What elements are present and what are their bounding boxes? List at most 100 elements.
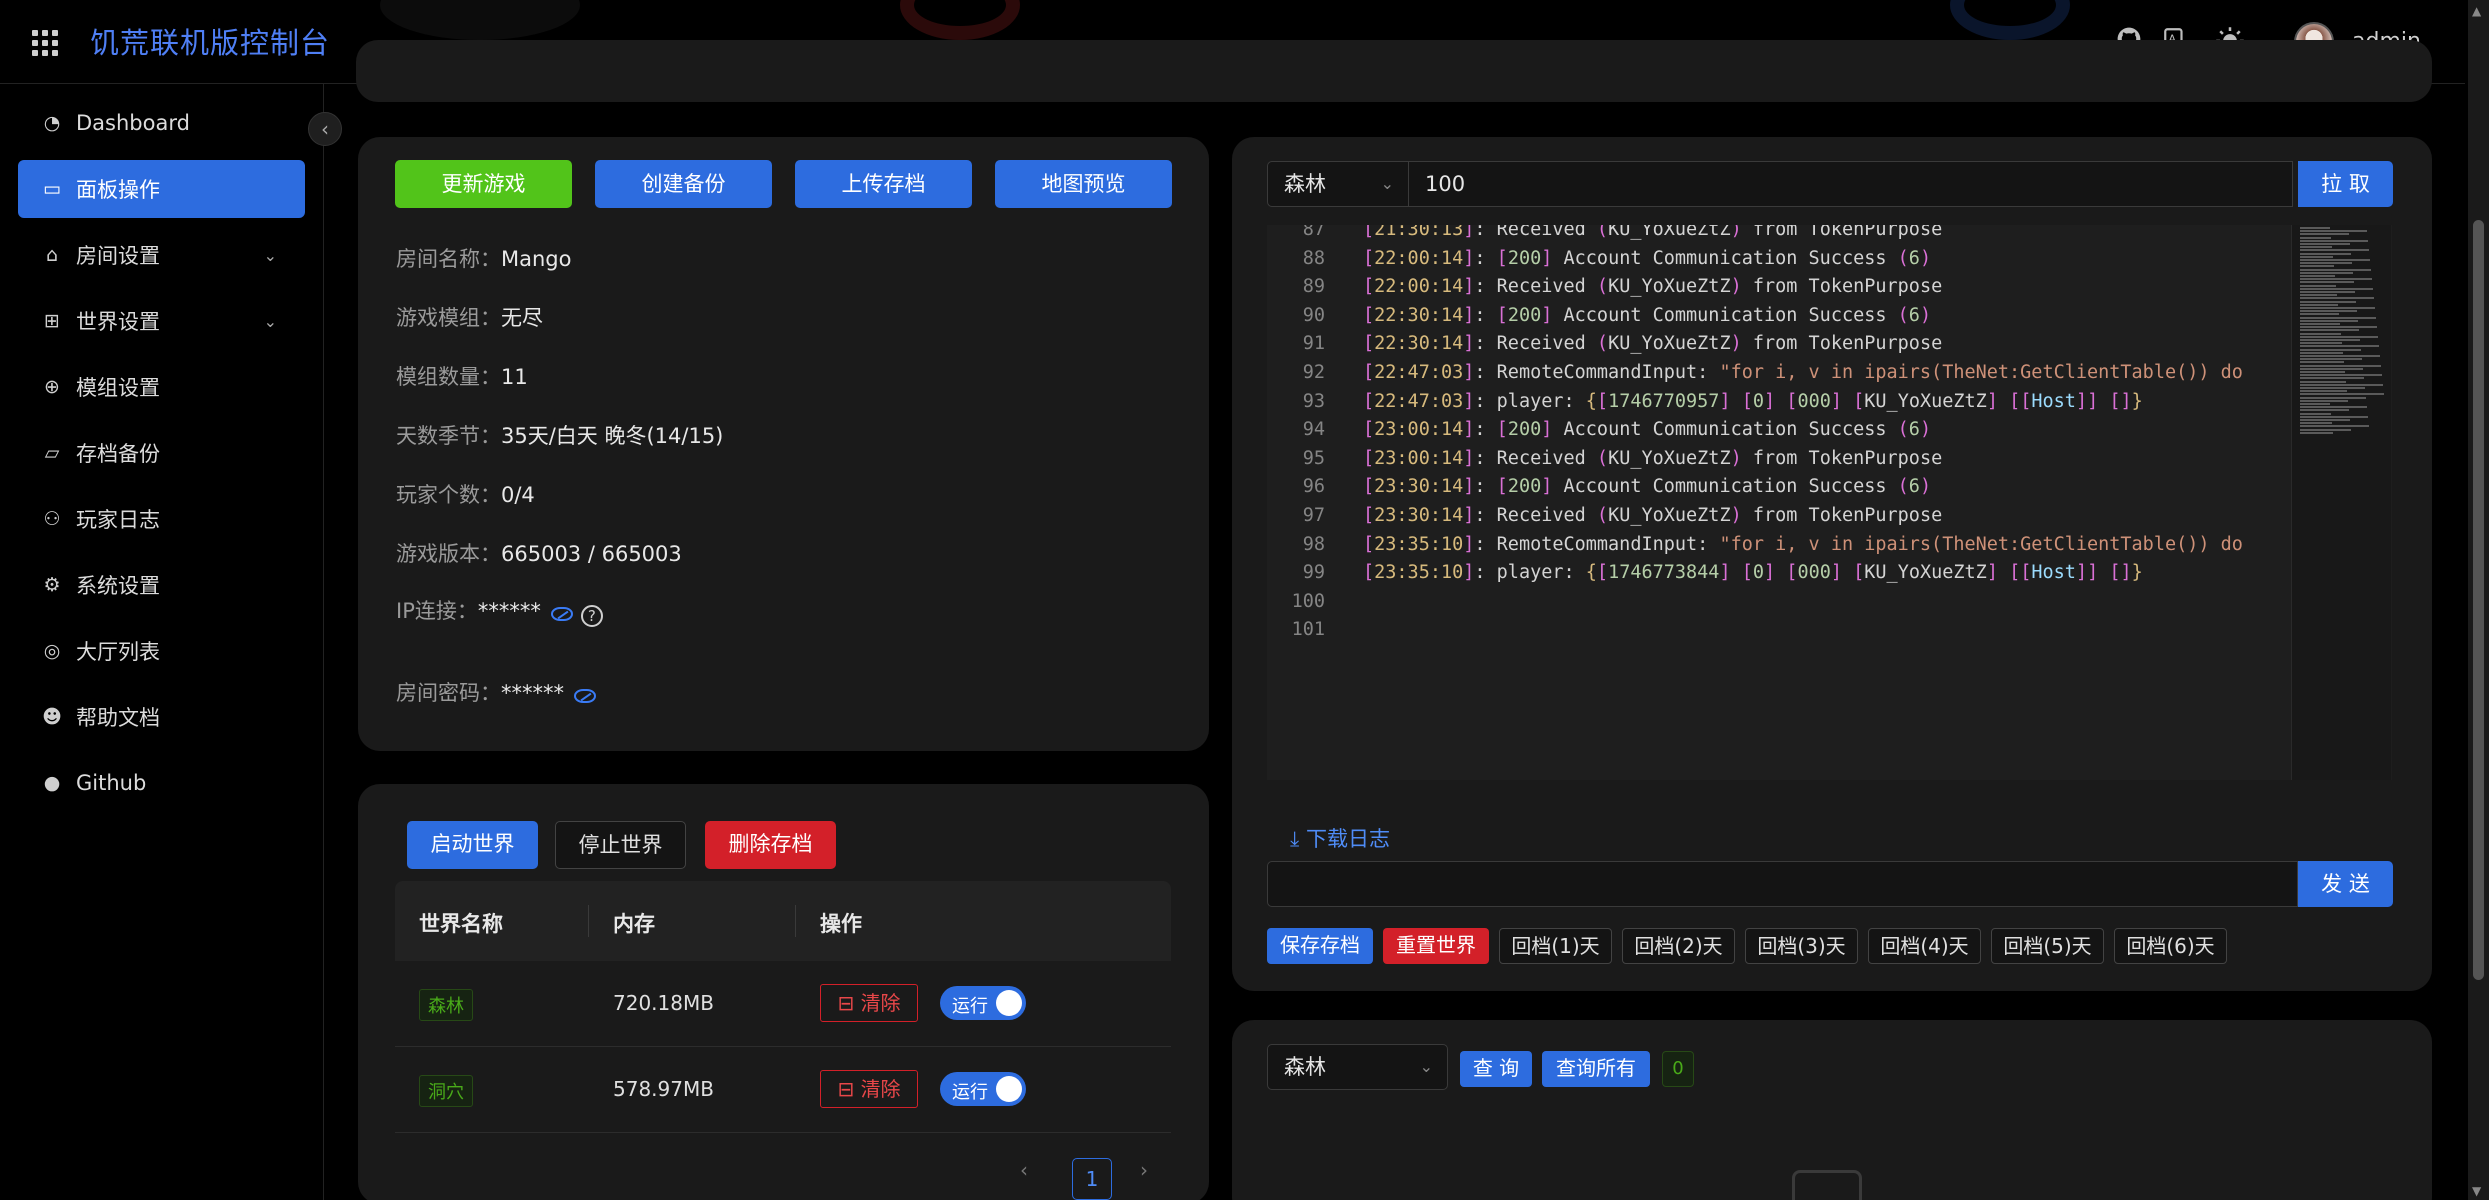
download-log-label: 下载日志 bbox=[1305, 827, 1390, 851]
quick-action-button[interactable]: 重置世界 bbox=[1383, 928, 1489, 964]
sidebar-item-5[interactable]: ▱ 存档备份 bbox=[18, 424, 305, 482]
column-world-name: 世界名称 bbox=[419, 912, 503, 936]
quick-action-button[interactable]: 保存存档 bbox=[1267, 928, 1373, 964]
pager-next-icon[interactable]: › bbox=[1140, 1158, 1148, 1182]
info-room-name: 房间名称：Mango bbox=[396, 243, 571, 273]
start-world-button[interactable]: 启动世界 bbox=[407, 821, 538, 869]
upload-save-button[interactable]: 上传存档 bbox=[795, 160, 972, 208]
map-preview-button[interactable]: 地图预览 bbox=[995, 160, 1172, 208]
sidebar-item-2[interactable]: ⌂ 房间设置 ⌄ bbox=[18, 226, 305, 284]
log-line: 91 [22:30:14]: Received (KU_YoXueZtZ) fro… bbox=[1302, 333, 1943, 355]
version-value: 665003 / 665003 bbox=[501, 542, 682, 566]
log-minimap[interactable] bbox=[2291, 225, 2391, 780]
monitor-icon: ▭ bbox=[43, 178, 61, 200]
fetch-log-button[interactable]: 拉 取 bbox=[2298, 161, 2393, 207]
query-all-button[interactable]: 查询所有 bbox=[1542, 1051, 1650, 1087]
player-world-select[interactable]: 森林 ⌄ bbox=[1267, 1044, 1448, 1090]
log-line: 87 [21:30:13]: Received (KU_YoXueZtZ) fro… bbox=[1302, 225, 1943, 240]
quick-action-button[interactable]: 回档(6)天 bbox=[2114, 928, 2227, 964]
toggle-visibility-icon[interactable] bbox=[550, 607, 573, 621]
sidebar-item-label: 系统设置 bbox=[76, 574, 160, 598]
clear-icon: ⊟ bbox=[837, 991, 861, 1015]
sidebar-item-7[interactable]: ⚙ 系统设置 bbox=[18, 556, 305, 614]
dashboard-icon: ◔ bbox=[43, 112, 61, 134]
mod-count-value: 11 bbox=[501, 365, 528, 389]
sidebar-item-label: 面板操作 bbox=[76, 178, 160, 202]
log-world-select-value: 森林 bbox=[1284, 172, 1326, 196]
log-line: 97 [23:30:14]: Received (KU_YoXueZtZ) fro… bbox=[1302, 505, 1943, 526]
delete-save-button[interactable]: 删除存档 bbox=[705, 821, 836, 869]
help-icon[interactable]: ? bbox=[580, 605, 603, 627]
chevron-down-icon: ⌄ bbox=[1419, 1057, 1433, 1076]
sidebar-item-8[interactable]: ◎ 大厅列表 bbox=[18, 622, 305, 680]
info-mod-count: 模组数量：11 bbox=[396, 361, 528, 391]
log-line: 93 [22:47:03]: player: {[1746770957] [0] … bbox=[1302, 390, 2143, 412]
world-run-toggle[interactable]: 运行 bbox=[940, 1072, 1026, 1106]
sidebar-item-3[interactable]: ⊞ 世界设置 ⌄ bbox=[18, 292, 305, 350]
sidebar-item-9[interactable]: ☻ 帮助文档 bbox=[18, 688, 305, 746]
info-password: 房间密码：****** bbox=[396, 677, 596, 707]
apps-grid-icon[interactable] bbox=[32, 30, 58, 56]
sidebar-item-0[interactable]: ◔ Dashboard bbox=[18, 94, 305, 152]
quick-action-button[interactable]: 回档(1)天 bbox=[1499, 928, 1612, 964]
log-viewer[interactable]: 87 [21:30:13]: Received (KU_YoXueZtZ) fro… bbox=[1267, 225, 2392, 780]
info-season: 天数季节：35天/白天 晚冬(14/15) bbox=[396, 420, 723, 450]
log-line: 101 bbox=[1291, 619, 1325, 641]
log-line: 90 [22:30:14]: [200] Account Communicatio… bbox=[1302, 304, 1932, 326]
quick-action-button[interactable]: 回档(3)天 bbox=[1745, 928, 1858, 964]
update-game-button[interactable]: 更新游戏 bbox=[395, 160, 572, 208]
download-log-link[interactable]: ⤓ 下载日志 bbox=[1290, 823, 1390, 853]
send-command-button[interactable]: 发 送 bbox=[2298, 861, 2393, 907]
command-input[interactable] bbox=[1267, 861, 2298, 907]
world-run-toggle[interactable]: 运行 bbox=[940, 986, 1026, 1020]
app-root: 饥荒联机版控制台 A admin ‹ ◔Dashboard▭面板操作⌂房间设置⌄… bbox=[0, 0, 2489, 1200]
sidebar-item-1[interactable]: ▭ 面板操作 bbox=[18, 160, 305, 218]
query-button[interactable]: 查 询 bbox=[1460, 1051, 1532, 1087]
sidebar-item-label: 存档备份 bbox=[76, 442, 160, 466]
world-table-header: 世界名称 内存 操作 bbox=[395, 881, 1171, 961]
sidebar-collapse-button[interactable]: ‹ bbox=[308, 112, 342, 146]
log-line: 96 [23:30:14]: [200] Account Communicatio… bbox=[1302, 476, 1932, 498]
sidebar-item-label: 房间设置 bbox=[76, 244, 160, 268]
toggle-label: 运行 bbox=[952, 1082, 988, 1103]
settings-icon: ⚙ bbox=[43, 574, 61, 596]
info-game-mode: 游戏模组：无尽 bbox=[396, 302, 543, 332]
world-name-tag: 森林 bbox=[419, 989, 473, 1021]
quick-action-button[interactable]: 回档(2)天 bbox=[1622, 928, 1735, 964]
sidebar-item-label: Dashboard bbox=[76, 111, 190, 135]
sidebar-item-10[interactable]: ● Github bbox=[18, 754, 305, 812]
stop-world-button[interactable]: 停止世界 bbox=[555, 821, 686, 869]
clear-button[interactable]: ⊟ 清除 bbox=[820, 1070, 918, 1108]
season-value: 35天/白天 晚冬(14/15) bbox=[501, 424, 724, 448]
ip-label: IP连接： bbox=[396, 599, 478, 623]
clear-button[interactable]: ⊟ 清除 bbox=[820, 984, 918, 1022]
season-label: 天数季节： bbox=[396, 424, 501, 448]
log-world-select[interactable]: 森林 ⌄ bbox=[1267, 161, 1409, 207]
sidebar: ‹ ◔ Dashboard ▭ 面板操作 ⌂ 房间设置 ⌄ ⊞ 世界设置 ⌄ ⊕ 模组设置 ▱ 存档备份 ⚇… bbox=[0, 84, 342, 1200]
quick-action-button[interactable]: 回档(4)天 bbox=[1868, 928, 1981, 964]
empty-inbox-icon bbox=[1792, 1170, 1862, 1200]
sidebar-item-6[interactable]: ⚇ 玩家日志 bbox=[18, 490, 305, 548]
clear-icon: ⊟ bbox=[837, 1077, 861, 1101]
create-backup-button[interactable]: 创建备份 bbox=[595, 160, 772, 208]
ip-value: ****** bbox=[477, 599, 541, 623]
pager-prev-icon[interactable]: ‹ bbox=[1020, 1158, 1028, 1182]
player-count-badge: 0 bbox=[1662, 1051, 1694, 1087]
mod-count-label: 模组数量： bbox=[396, 365, 501, 389]
pager-page-1[interactable]: 1 bbox=[1072, 1158, 1112, 1200]
dashboard-summary-strip bbox=[356, 40, 2432, 102]
player-query-card: 森林 ⌄ 查 询 查询所有 0 bbox=[1232, 1020, 2432, 1200]
log-line-count-input[interactable]: 100 bbox=[1408, 161, 2293, 207]
log-line: 99 [23:35:10]: player: {[1746773844] [0] … bbox=[1302, 562, 2143, 584]
toggle-visibility-icon[interactable] bbox=[574, 689, 596, 703]
page-scrollbar[interactable]: ▲ ▼ bbox=[2468, 0, 2489, 1200]
help-smile-icon: ☻ bbox=[42, 706, 62, 728]
sidebar-item-4[interactable]: ⊕ 模组设置 bbox=[18, 358, 305, 416]
quick-action-button[interactable]: 回档(5)天 bbox=[1991, 928, 2104, 964]
log-line: 92 [22:47:03]: RemoteCommandInput: "for i… bbox=[1302, 362, 2243, 383]
sidebar-item-label: 模组设置 bbox=[76, 376, 160, 400]
clear-label: 清除 bbox=[860, 991, 901, 1015]
log-line: 98 [23:35:10]: RemoteCommandInput: "for i… bbox=[1302, 533, 2243, 555]
grid-icon: ⊞ bbox=[44, 310, 60, 332]
password-label: 房间密码： bbox=[396, 681, 501, 705]
